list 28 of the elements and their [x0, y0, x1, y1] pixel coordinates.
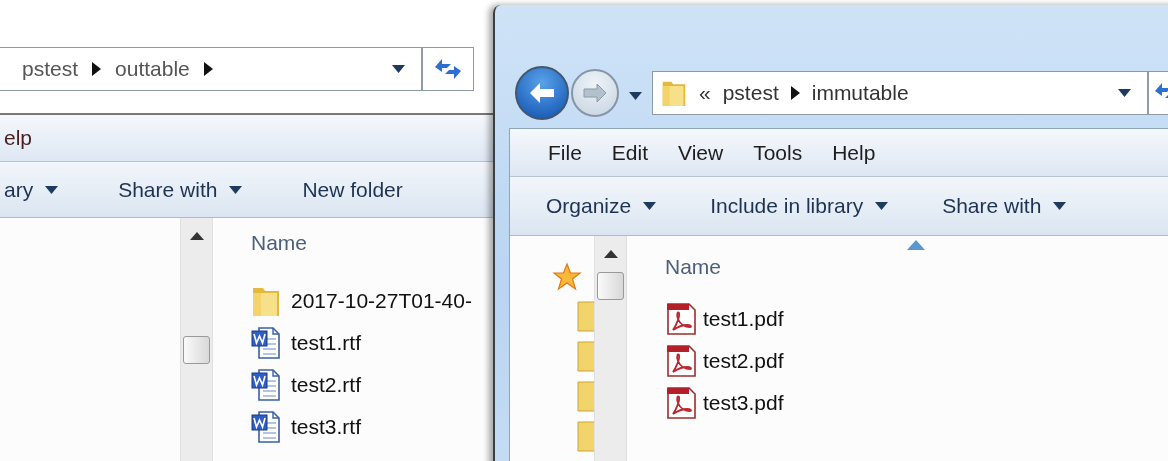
- toolbar-button[interactable]: ary: [4, 177, 59, 202]
- menu-item[interactable]: View: [678, 140, 724, 165]
- file-name[interactable]: test3.pdf: [703, 391, 784, 415]
- menu-item[interactable]: File: [548, 140, 582, 165]
- file-name[interactable]: 2017-10-27T01-40-: [291, 289, 472, 313]
- file-name[interactable]: test3.rtf: [291, 415, 362, 439]
- menu-item[interactable]: Tools: [753, 140, 803, 165]
- file-name[interactable]: test2.rtf: [291, 373, 362, 397]
- column-header[interactable]: Name: [251, 231, 308, 255]
- address-bar[interactable]: « pstest immutable: [652, 71, 1148, 115]
- file-name[interactable]: test1.rtf: [291, 331, 362, 355]
- address-bar[interactable]: pstest outtable: [0, 47, 422, 91]
- breadcrumb[interactable]: outtable: [115, 57, 190, 81]
- breadcrumb[interactable]: immutable: [811, 81, 909, 105]
- menu-item[interactable]: Help: [832, 140, 876, 165]
- overflow-chevrons[interactable]: «: [699, 81, 711, 105]
- toolbar-button[interactable]: Include in library: [710, 194, 889, 218]
- menu-item[interactable]: Edit: [611, 140, 649, 165]
- toolbar-button[interactable]: Share with: [118, 177, 243, 202]
- file-name[interactable]: test2.pdf: [703, 349, 784, 373]
- file-name[interactable]: test1.pdf: [703, 307, 784, 331]
- menu-item[interactable]: elp: [4, 126, 33, 150]
- toolbar-button[interactable]: Share with: [942, 194, 1067, 218]
- breadcrumb[interactable]: pstest: [722, 81, 779, 105]
- column-header[interactable]: Name: [665, 255, 722, 279]
- breadcrumb[interactable]: pstest: [22, 57, 79, 81]
- toolbar-button[interactable]: Organize: [546, 194, 657, 218]
- toolbar-button[interactable]: New folder: [302, 177, 403, 202]
